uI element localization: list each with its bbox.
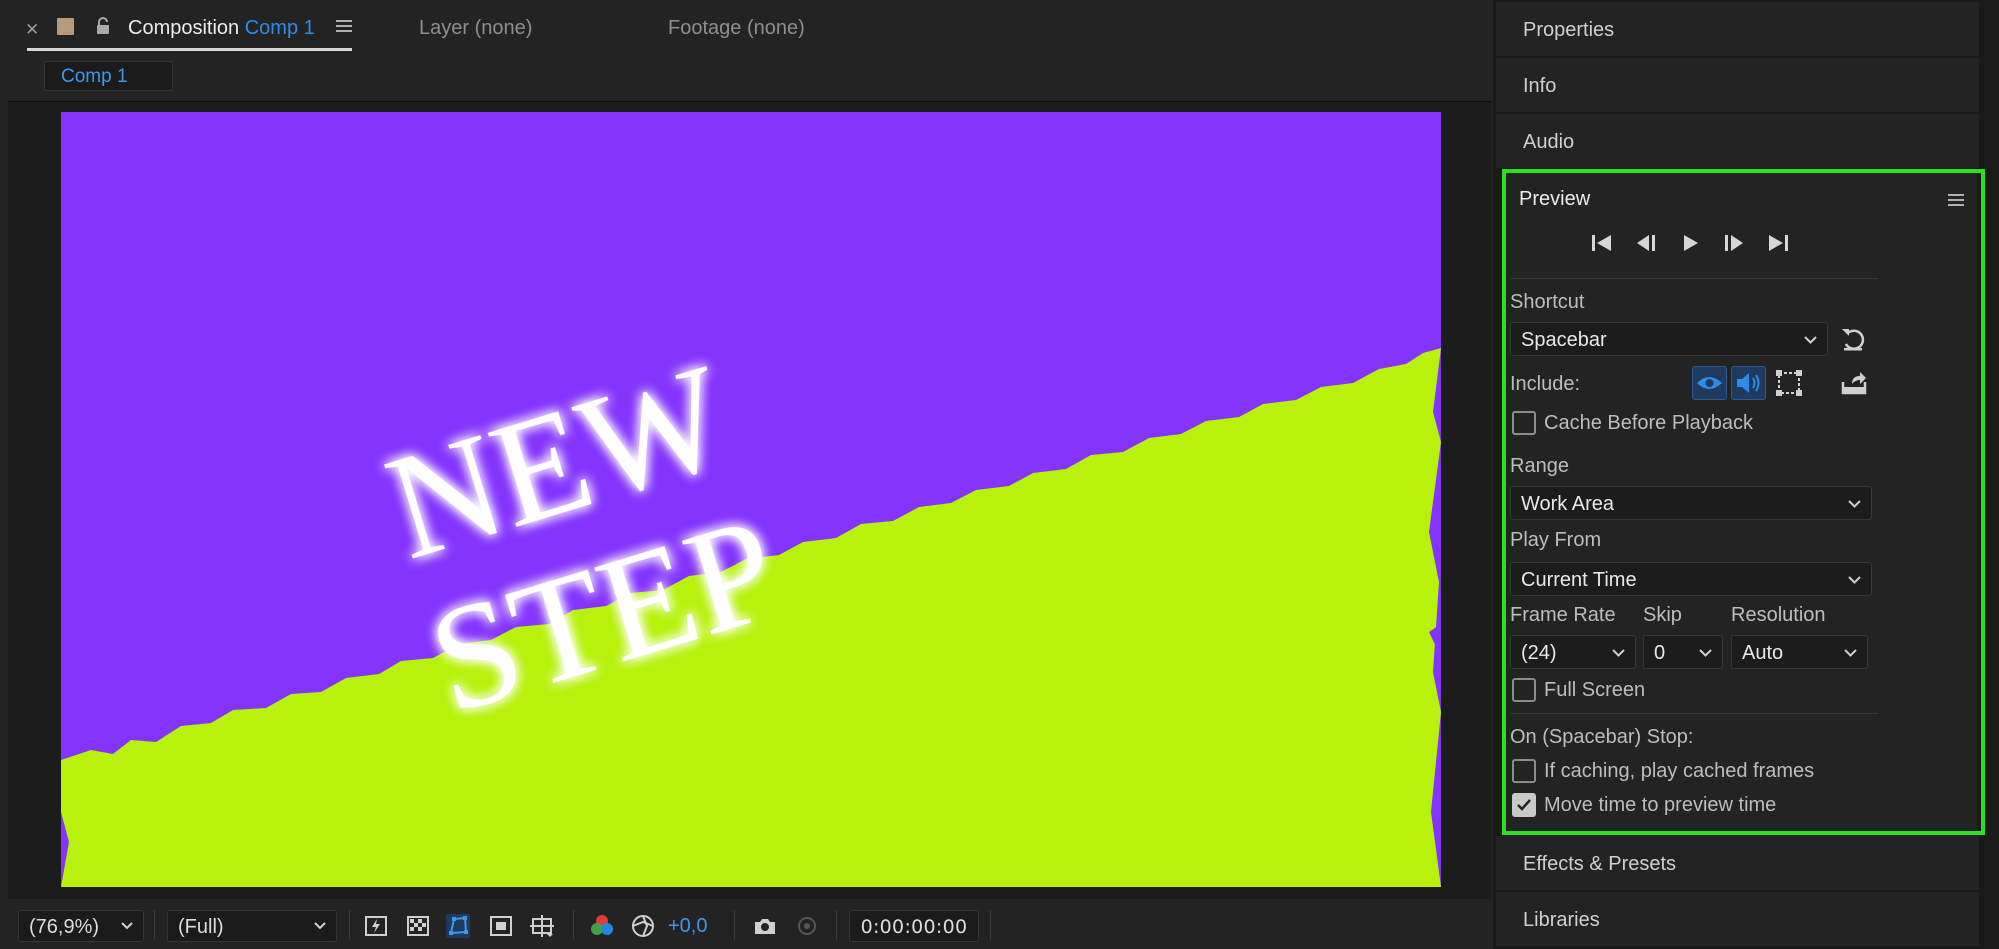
checkmark-icon bbox=[1517, 799, 1531, 811]
fast-previews-icon[interactable] bbox=[364, 914, 388, 938]
tab-layer[interactable]: Layer (none) bbox=[419, 17, 532, 40]
composition-panel: ✕ Composition Comp 1 Layer (none) Footag… bbox=[0, 0, 1493, 949]
range-value: Work Area bbox=[1521, 493, 1614, 515]
chevron-down-icon bbox=[1612, 649, 1625, 657]
if-caching-label: If caching, play cached frames bbox=[1544, 760, 1815, 782]
chevron-down-icon bbox=[121, 922, 133, 930]
composition-canvas[interactable]: NEW STEP bbox=[61, 112, 1441, 887]
properties-panel-header[interactable]: Properties bbox=[1496, 2, 1979, 56]
chevron-down-icon bbox=[314, 922, 326, 930]
resolution-value: (Full) bbox=[178, 916, 224, 938]
panel-menu-icon[interactable] bbox=[336, 19, 352, 33]
play-from-select[interactable]: Current Time bbox=[1510, 562, 1872, 596]
region-of-interest-icon[interactable] bbox=[489, 914, 513, 938]
on-stop-label: On (Spacebar) Stop: bbox=[1510, 726, 1694, 748]
skip-label: Skip bbox=[1643, 604, 1682, 626]
toolbar-divider bbox=[154, 910, 155, 940]
export-icon[interactable] bbox=[1838, 368, 1870, 398]
comp-name-label: Comp 1 bbox=[244, 17, 315, 39]
move-time-checkbox[interactable] bbox=[1512, 793, 1536, 817]
range-label: Range bbox=[1510, 455, 1569, 477]
toolbar-divider bbox=[573, 910, 574, 940]
toolbar-divider bbox=[836, 910, 837, 940]
channel-icon[interactable] bbox=[590, 914, 614, 938]
mask-path-visibility-icon[interactable] bbox=[446, 914, 470, 938]
active-tab-indicator bbox=[27, 48, 352, 51]
color-management-icon[interactable] bbox=[631, 914, 655, 938]
toolbar-divider bbox=[349, 910, 350, 940]
cache-before-playback-label: Cache Before Playback bbox=[1544, 412, 1754, 434]
first-frame-icon[interactable] bbox=[1589, 232, 1615, 254]
grid-guides-icon[interactable] bbox=[530, 914, 554, 938]
full-screen-checkbox[interactable] bbox=[1512, 678, 1536, 702]
comp-breadcrumb[interactable]: Comp 1 bbox=[44, 61, 173, 91]
preview-panel-title: Preview bbox=[1519, 188, 1591, 210]
play-icon[interactable] bbox=[1677, 232, 1703, 254]
comp-color-swatch[interactable] bbox=[57, 18, 74, 35]
eye-icon bbox=[1697, 377, 1722, 389]
play-from-label: Play From bbox=[1510, 529, 1602, 551]
transparency-grid-icon[interactable] bbox=[406, 914, 430, 938]
if-caching-checkbox[interactable] bbox=[1512, 759, 1536, 783]
frame-rate-label: Frame Rate bbox=[1510, 604, 1616, 626]
previous-frame-icon[interactable] bbox=[1633, 232, 1659, 254]
composition-tab-bar: ✕ Composition Comp 1 Layer (none) Footag… bbox=[0, 0, 1493, 52]
tab-footage[interactable]: Footage (none) bbox=[668, 17, 805, 40]
next-frame-icon[interactable] bbox=[1721, 232, 1747, 254]
show-snapshot-icon[interactable] bbox=[795, 914, 819, 938]
play-from-value: Current Time bbox=[1521, 569, 1637, 591]
skip-value: 0 bbox=[1654, 642, 1666, 664]
chevron-down-icon bbox=[1699, 649, 1712, 657]
magnification-value: (76,9%) bbox=[29, 916, 100, 938]
current-time-display[interactable]: 0:00:00:00 bbox=[849, 910, 979, 942]
right-panel-column: Properties Info Audio Preview Shortcut S… bbox=[1496, 0, 1999, 949]
composition-tab[interactable]: Composition Comp 1 bbox=[128, 17, 315, 40]
lock-icon[interactable] bbox=[93, 16, 113, 36]
viewer-toolbar: (76,9%) (Full) +0,0 0:00:00:00 bbox=[0, 900, 1493, 949]
section-divider bbox=[1510, 278, 1878, 279]
overlays-layer-controls-icon[interactable] bbox=[1773, 368, 1805, 398]
include-audio-toggle[interactable] bbox=[1731, 366, 1766, 400]
panel-menu-icon[interactable] bbox=[1948, 193, 1964, 207]
resolution-value: Auto bbox=[1742, 642, 1784, 664]
last-frame-icon[interactable] bbox=[1765, 232, 1791, 254]
chevron-down-icon bbox=[1804, 336, 1817, 344]
skip-select[interactable]: 0 bbox=[1643, 635, 1723, 669]
toolbar-divider bbox=[734, 910, 735, 940]
audio-panel-header[interactable]: Audio bbox=[1496, 114, 1979, 168]
info-panel-header[interactable]: Info bbox=[1496, 58, 1979, 112]
shortcut-select[interactable]: Spacebar bbox=[1510, 322, 1828, 356]
frame-rate-value: (24) bbox=[1521, 642, 1557, 664]
include-label: Include: bbox=[1510, 373, 1581, 395]
resolution-select[interactable]: Auto bbox=[1731, 635, 1868, 669]
section-divider bbox=[1510, 713, 1878, 714]
effects-presets-panel-header[interactable]: Effects & Presets bbox=[1496, 836, 1979, 890]
close-tab-icon[interactable]: ✕ bbox=[25, 20, 39, 40]
preview-panel: Preview Shortcut Spacebar Include: Cache… bbox=[1502, 172, 1977, 832]
toolbar-divider bbox=[990, 910, 991, 940]
composition-tab-label: Composition bbox=[128, 17, 240, 39]
chevron-down-icon bbox=[1848, 500, 1861, 508]
include-video-toggle[interactable] bbox=[1692, 366, 1727, 400]
libraries-panel-header[interactable]: Libraries bbox=[1496, 892, 1979, 946]
frame-rate-select[interactable]: (24) bbox=[1510, 635, 1636, 669]
reset-icon[interactable] bbox=[1838, 324, 1870, 354]
exposure-value[interactable]: +0,0 bbox=[668, 915, 707, 938]
speaker-icon bbox=[1737, 373, 1760, 393]
resolution-label: Resolution bbox=[1731, 604, 1826, 626]
shortcut-value: Spacebar bbox=[1521, 329, 1607, 351]
shortcut-label: Shortcut bbox=[1510, 291, 1585, 313]
move-time-label: Move time to preview time bbox=[1544, 794, 1777, 816]
resolution-select[interactable]: (Full) bbox=[167, 910, 337, 942]
chevron-down-icon bbox=[1848, 576, 1861, 584]
magnification-select[interactable]: (76,9%) bbox=[18, 910, 144, 942]
range-select[interactable]: Work Area bbox=[1510, 486, 1872, 520]
full-screen-label: Full Screen bbox=[1544, 679, 1646, 701]
camera-snapshot-icon[interactable] bbox=[753, 914, 777, 938]
cache-before-playback-checkbox[interactable] bbox=[1512, 411, 1536, 435]
chevron-down-icon bbox=[1844, 649, 1857, 657]
